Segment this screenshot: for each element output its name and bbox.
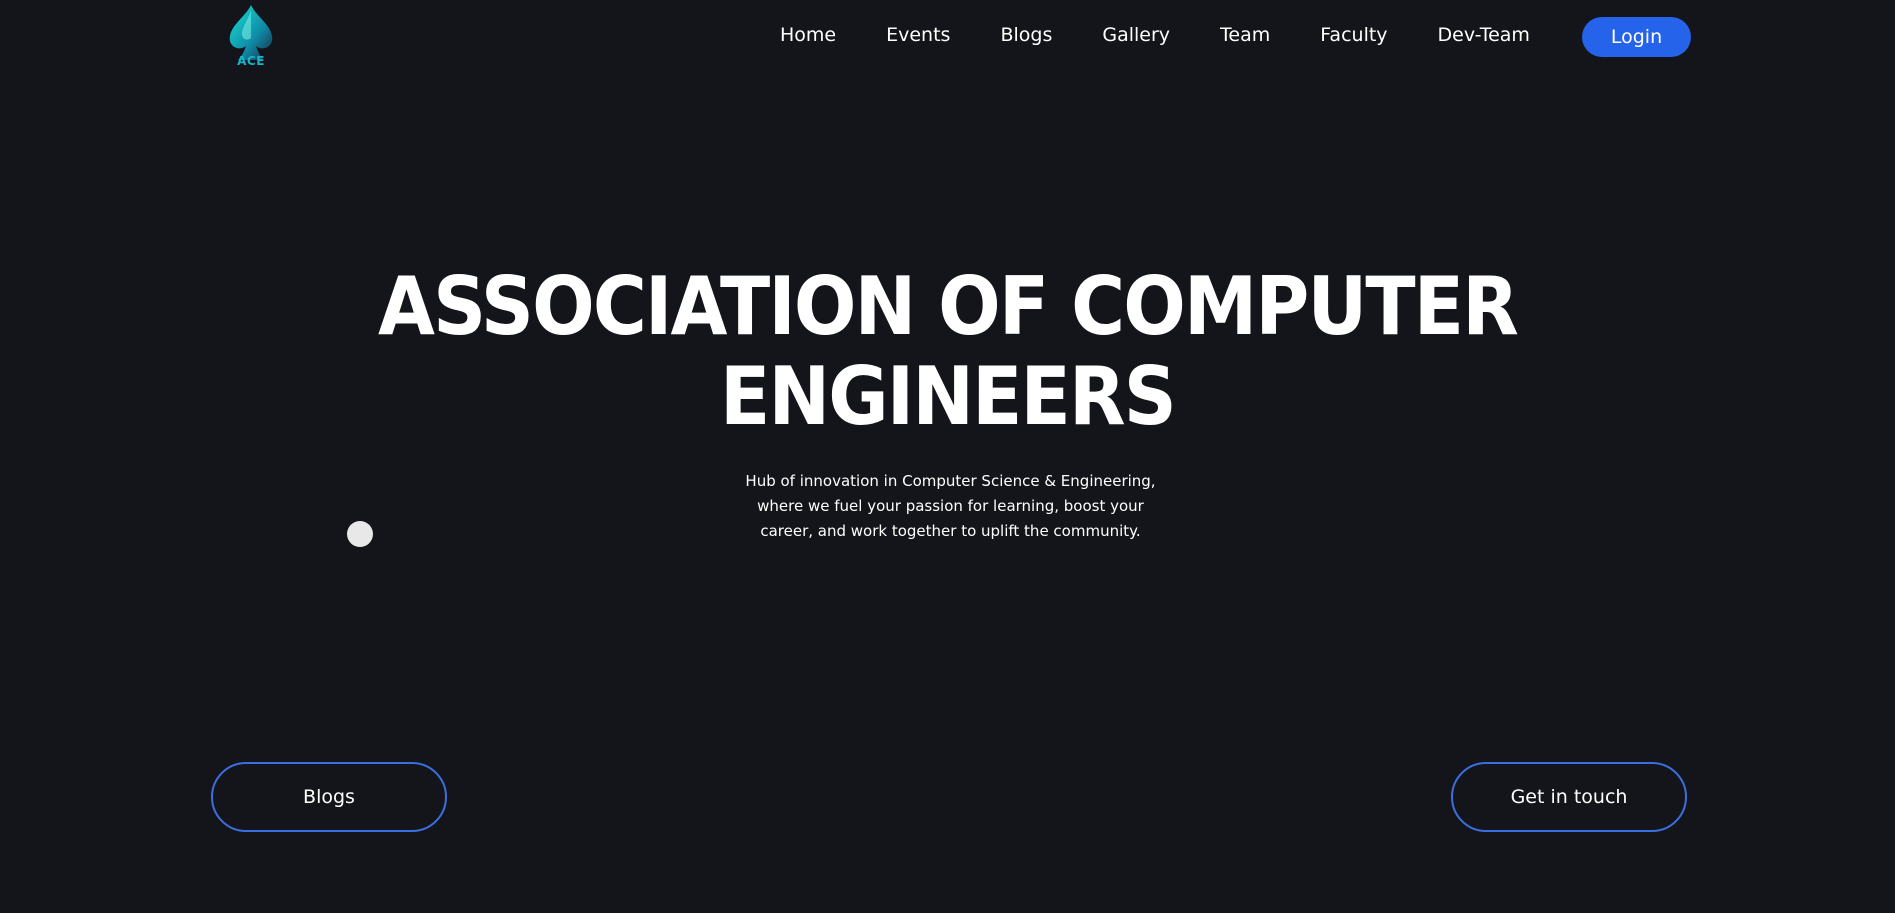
nav-item-faculty[interactable]: Faculty bbox=[1320, 24, 1387, 46]
blogs-button[interactable]: Blogs bbox=[211, 762, 447, 832]
nav-item-gallery[interactable]: Gallery bbox=[1102, 24, 1170, 46]
logo-text: ACE bbox=[237, 54, 265, 68]
nav-item-team[interactable]: Team bbox=[1220, 24, 1270, 46]
hero-subtitle: Hub of innovation in Computer Science & … bbox=[745, 472, 1156, 540]
hero-title-line-2: ENGINEERS bbox=[720, 350, 1177, 443]
hero-title: ASSOCIATION OF COMPUTER ENGINEERS bbox=[76, 262, 1819, 442]
get-in-touch-button[interactable]: Get in touch bbox=[1451, 762, 1687, 832]
logo[interactable]: ACE bbox=[222, 2, 280, 72]
nav-item-dev-team[interactable]: Dev-Team bbox=[1438, 24, 1530, 46]
cursor-follower-dot bbox=[347, 521, 373, 547]
nav-links: Home Events Blogs Gallery Team Faculty D… bbox=[780, 0, 1530, 70]
navbar: ACE Home Events Blogs Gallery Team Facul… bbox=[0, 0, 1895, 80]
nav-item-blogs[interactable]: Blogs bbox=[1000, 24, 1052, 46]
login-button[interactable]: Login bbox=[1582, 17, 1691, 57]
nav-item-home[interactable]: Home bbox=[780, 24, 836, 46]
nav-item-events[interactable]: Events bbox=[886, 24, 950, 46]
hero-title-line-1: ASSOCIATION OF COMPUTER bbox=[377, 260, 1519, 353]
